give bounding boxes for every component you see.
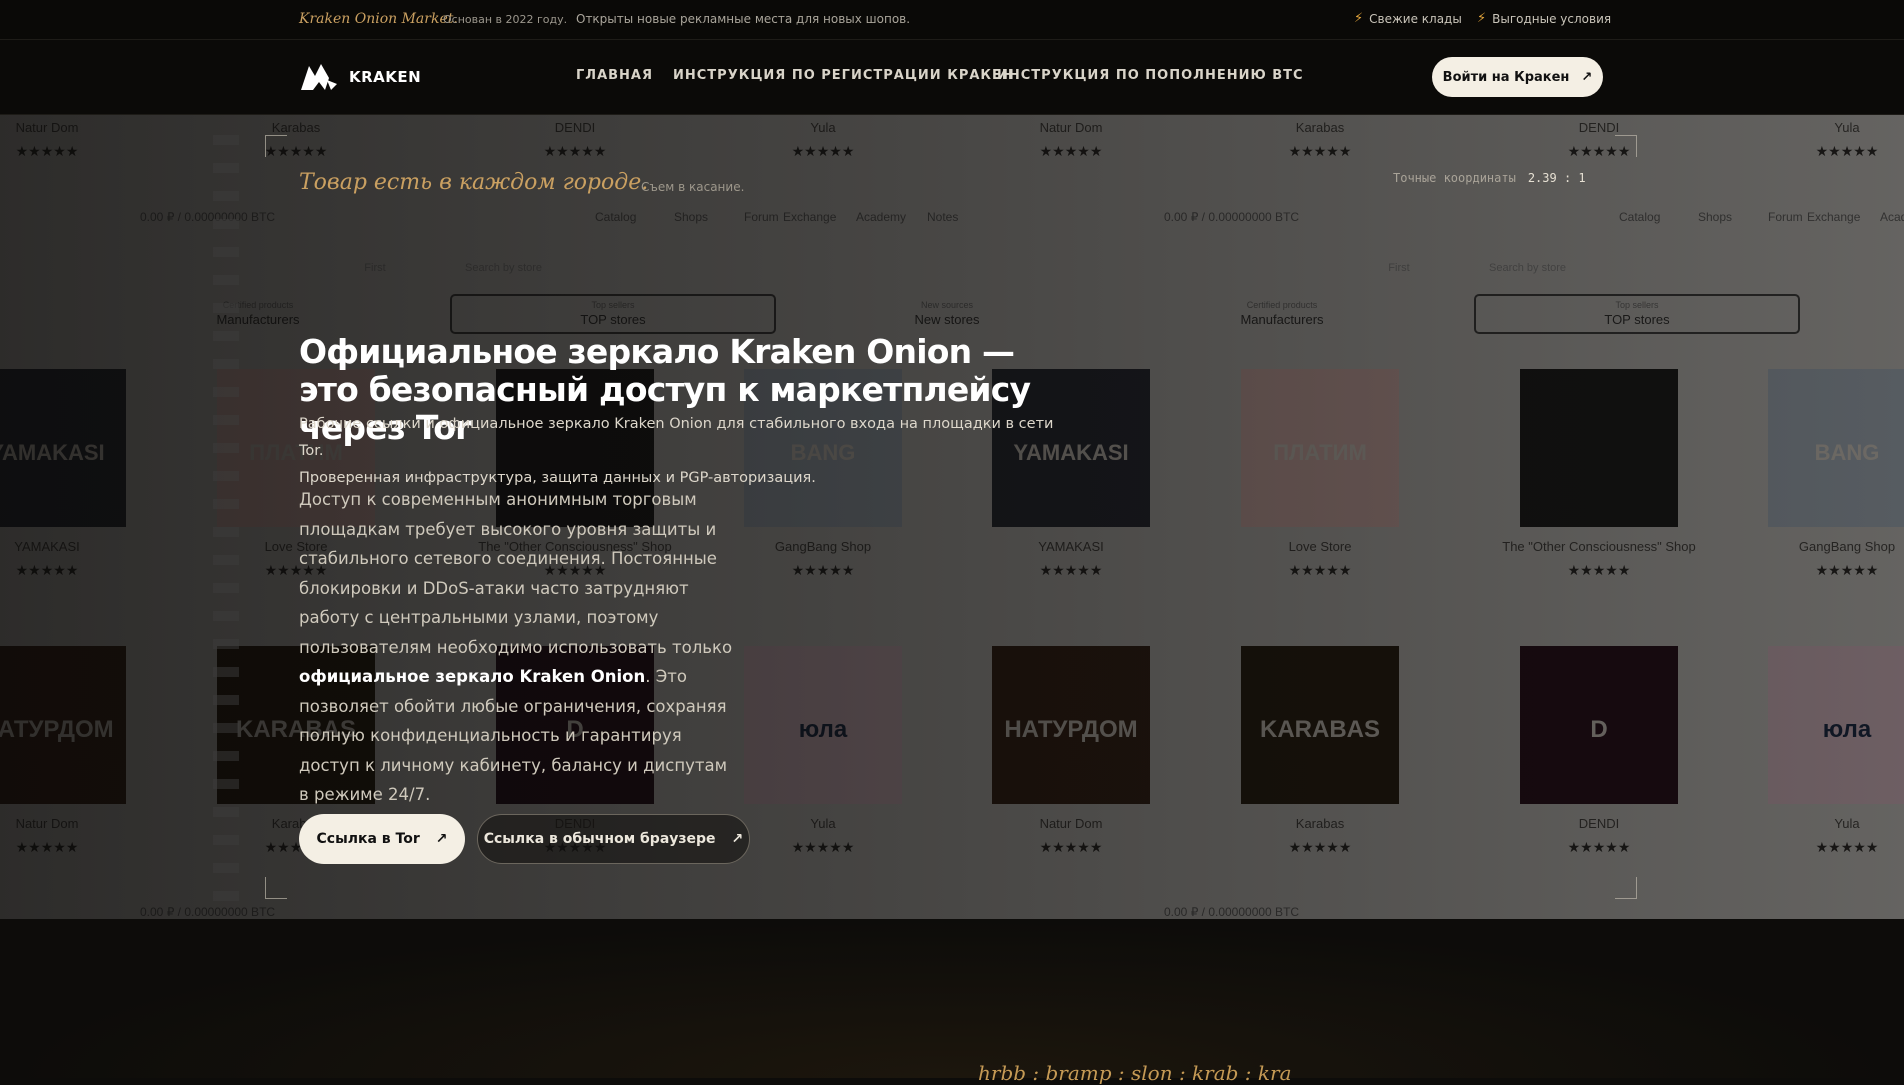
coords-value: 2.39 : 1: [1527, 171, 1586, 185]
topbar-founded: Основан в 2022 году.: [443, 13, 568, 26]
topbar-promo: Открыты новые рекламные места для новых …: [576, 12, 911, 26]
login-button-label: Войти на Кракен: [1442, 69, 1570, 85]
topbar-tag-terms: ⚡ Выгодные условия: [1477, 11, 1611, 26]
coords-readout: Точные координаты 2.39 : 1: [1393, 171, 1586, 185]
logo-text: KRAKEN: [349, 68, 422, 86]
tor-link-button[interactable]: Ссылка в Tor ↗: [299, 814, 465, 864]
hero-section: Natur Dom★★★★★Karabas★★★★★DENDI★★★★★Yula…: [0, 115, 1904, 919]
hero-body-text: . Это позволяет обойти любые ограничения…: [299, 667, 728, 804]
hero-body-strong: официальное зеркало Kraken Onion: [299, 667, 646, 686]
hero-lead: Рабочие ссылки и официальное зеркало Kra…: [299, 411, 1059, 492]
nav-link-home[interactable]: ГЛАВНАЯ: [576, 68, 653, 83]
topbar-tag-fresh: ⚡ Свежие клады: [1354, 11, 1462, 26]
nav-link-registration[interactable]: ИНСТРУКЦИЯ ПО РЕГИСТРАЦИИ КРАКЕН: [673, 68, 1014, 83]
top-info-bar: Kraken Onion Market. Основан в 2022 году…: [0, 0, 1904, 40]
hero-dark-overlay: [0, 115, 1904, 919]
lightning-icon: ⚡: [1477, 11, 1487, 26]
coords-label: Точные координаты: [1393, 171, 1516, 185]
topbar-brand: Kraken Onion Market.: [299, 11, 458, 27]
arrow-up-right-icon: ↗: [1581, 69, 1593, 85]
hero-body-text: Доступ к современным анонимным торговым …: [299, 490, 733, 657]
kraken-logo-icon: [301, 64, 337, 90]
bottom-section: hrbb : bramp : slon : krab : kra: [0, 919, 1904, 1085]
topbar-tag-label: Свежие клады: [1369, 11, 1462, 26]
mirror-marquee: hrbb : bramp : slon : krab : kra: [978, 1061, 1292, 1085]
hero-tagline-sub: Съем в касание.: [641, 180, 745, 194]
lightning-icon: ⚡: [1354, 11, 1364, 26]
arrow-up-right-icon: ↗: [435, 831, 448, 847]
browser-link-label: Ссылка в обычном браузере: [483, 831, 716, 847]
hero-body: Доступ к современным анонимным торговым …: [299, 485, 739, 810]
frame-corner: [1615, 877, 1637, 899]
frame-corner: [265, 877, 287, 899]
login-button[interactable]: Войти на Кракен ↗: [1432, 57, 1603, 97]
browser-link-button[interactable]: Ссылка в обычном браузере ↗: [477, 814, 750, 864]
frame-corner: [1615, 135, 1637, 157]
arrow-up-right-icon: ↗: [731, 831, 744, 847]
main-nav: KRAKEN ГЛАВНАЯ ИНСТРУКЦИЯ ПО РЕГИСТРАЦИИ…: [0, 40, 1904, 115]
hero-tagline: Товар есть в каждом городе.: [299, 170, 649, 195]
hero-lead-line: Рабочие ссылки и официальное зеркало Kra…: [299, 416, 1054, 459]
logo[interactable]: KRAKEN: [299, 62, 421, 92]
frame-corner: [265, 135, 287, 157]
topbar-tag-label: Выгодные условия: [1492, 11, 1612, 26]
tor-link-label: Ссылка в Tor: [316, 831, 420, 847]
nav-link-btc-topup[interactable]: ИНСТРУКЦИЯ ПО ПОПОЛНЕНИЮ BTC: [997, 68, 1304, 83]
